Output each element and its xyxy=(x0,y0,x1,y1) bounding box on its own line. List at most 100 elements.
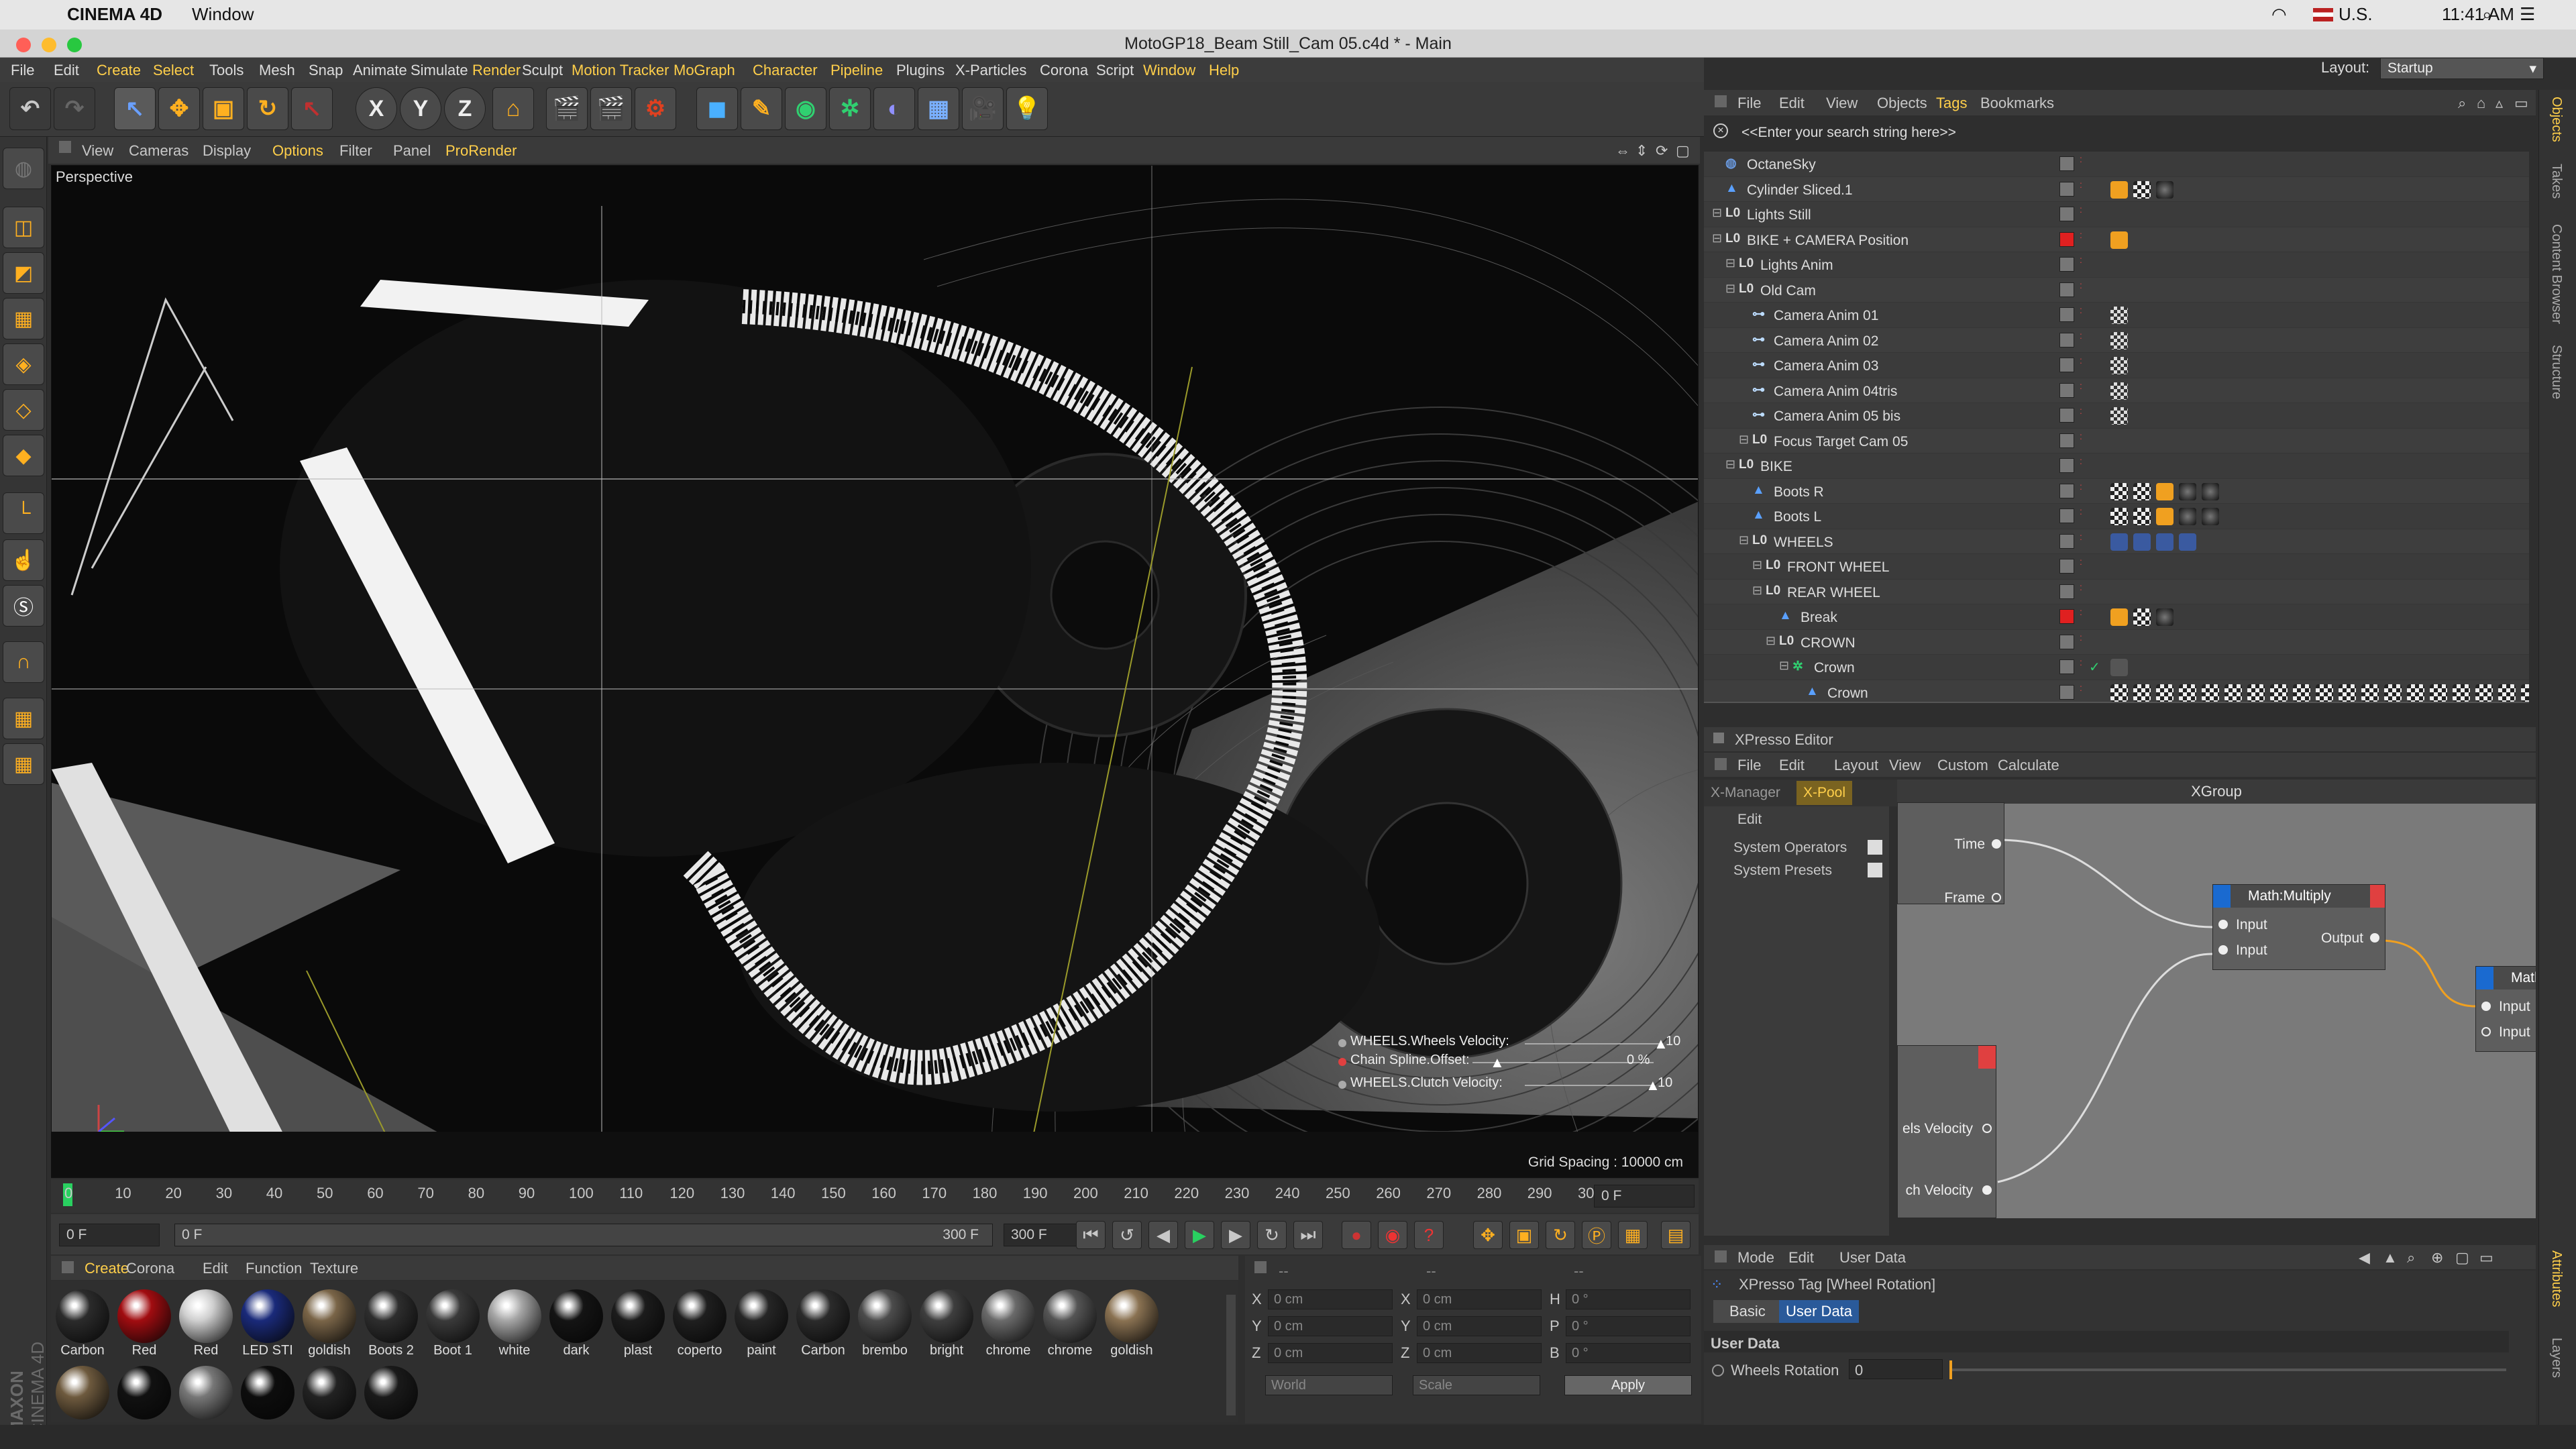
timeline-ruler[interactable]: 0 10 20 30 40 50 60 70 80 90 100 110 120 130 140 150 160… xyxy=(51,1179,1699,1213)
viewport-rotate-icon[interactable]: ⟳ xyxy=(1656,142,1668,160)
timeline-right-field[interactable]: 0 F xyxy=(1594,1185,1695,1208)
coord-size-field[interactable]: 0 cm xyxy=(1417,1289,1542,1309)
object-row[interactable]: ⊟ L0 WHEELS: xyxy=(1704,529,2529,554)
hud-chain-offset[interactable]: Chain Spline.Offset: ▲ 0 % xyxy=(1338,1053,1698,1071)
layer-color-icon[interactable] xyxy=(2059,207,2074,221)
port-dot-icon[interactable] xyxy=(1992,839,2001,849)
visibility-dots-icon[interactable]: : xyxy=(2080,180,2082,189)
menu-corona[interactable]: Corona xyxy=(1040,62,1088,79)
axis-mode-icon[interactable]: └ xyxy=(3,492,44,534)
coordinate-system-icon[interactable]: ⌂ xyxy=(492,87,534,130)
panel-grip-icon[interactable] xyxy=(59,141,71,153)
tag-icon[interactable] xyxy=(2133,180,2151,199)
material-swatch[interactable]: LED STI xyxy=(239,1289,297,1362)
tab-x-pool[interactable]: X-Pool xyxy=(1796,781,1853,805)
layer-color-icon[interactable] xyxy=(2059,609,2074,624)
tag-icon[interactable] xyxy=(2110,659,2128,676)
object-search-bar[interactable]: × <<Enter your search string here>> xyxy=(1704,119,2536,146)
object-row[interactable]: ⊟ ✲ Crown: ✓ xyxy=(1704,655,2529,680)
object-name[interactable]: BIKE xyxy=(1760,459,1792,475)
tag-icon[interactable] xyxy=(2133,508,2151,525)
material-swatch[interactable]: coperto xyxy=(671,1289,729,1362)
visibility-dots-icon[interactable]: : xyxy=(2080,582,2082,592)
panel-grip-icon[interactable] xyxy=(1713,733,1724,743)
tag-icon[interactable] xyxy=(2224,684,2242,702)
system-presets-item[interactable]: System Presets xyxy=(1733,863,1832,879)
tag-icon[interactable] xyxy=(2521,684,2529,702)
object-name[interactable]: Boots R xyxy=(1774,484,1824,500)
visibility-dots-icon[interactable]: : xyxy=(2080,657,2082,667)
object-up-icon[interactable]: ▵ xyxy=(2496,95,2503,112)
object-name[interactable]: Camera Anim 01 xyxy=(1774,308,1878,324)
object-mode-icon[interactable]: ◫ xyxy=(3,207,44,248)
material-swatch[interactable] xyxy=(177,1366,235,1419)
visibility-dots-icon[interactable]: : xyxy=(2080,305,2082,315)
math-node-2[interactable]: Math:M Input Input xyxy=(2475,966,2536,1052)
math-multiply-node[interactable]: Math:Multiply Input Input Output xyxy=(2212,884,2385,970)
key-rotation-icon[interactable]: ↻ xyxy=(1546,1221,1575,1249)
material-swatch[interactable]: bright xyxy=(918,1289,975,1362)
object-row[interactable]: ▲ Break: xyxy=(1704,604,2529,630)
snap-icon[interactable]: Ⓢ xyxy=(3,585,44,627)
tag-icon[interactable] xyxy=(2110,307,2128,324)
panel-grip-icon[interactable] xyxy=(62,1261,74,1273)
object-name[interactable]: Camera Anim 03 xyxy=(1774,358,1878,374)
time-node[interactable]: Time Frame xyxy=(1897,802,2004,906)
tag-icon[interactable] xyxy=(2110,331,2128,350)
play-icon[interactable]: ▶ xyxy=(1185,1221,1214,1249)
model-mode-icon[interactable]: ◍ xyxy=(3,148,44,189)
visibility-dots-icon[interactable]: : xyxy=(2080,331,2082,340)
tag-icon[interactable] xyxy=(2110,608,2128,626)
port-dot-icon[interactable] xyxy=(1982,1185,1992,1195)
tag-icon[interactable] xyxy=(2110,231,2128,249)
previous-frame-icon[interactable]: ◀ xyxy=(1148,1221,1178,1249)
wheels-rotation-field[interactable]: 0 xyxy=(1849,1359,1943,1379)
tag-icon[interactable] xyxy=(2339,684,2356,702)
viewport-menu-view[interactable]: View xyxy=(82,142,113,160)
panel-grip-icon[interactable] xyxy=(1715,758,1727,770)
visibility-dots-icon[interactable]: : xyxy=(2080,230,2082,239)
tag-icon[interactable] xyxy=(2202,684,2219,702)
attr-window-icon[interactable]: ▭ xyxy=(2479,1249,2493,1267)
apply-button[interactable]: Apply xyxy=(1564,1375,1692,1395)
object-name[interactable]: Lights Still xyxy=(1747,207,1811,223)
recent-tool-icon[interactable]: ↖ xyxy=(291,87,333,130)
menu-x-particles[interactable]: X-Particles xyxy=(955,62,1026,79)
tag-icon[interactable] xyxy=(2156,508,2174,525)
attr-search-icon[interactable]: ⌕ xyxy=(2407,1249,2415,1267)
port-dot-icon[interactable] xyxy=(2481,1027,2491,1036)
object-row[interactable]: ▲ Crown: xyxy=(1704,680,2529,703)
menu-select[interactable]: Select xyxy=(153,62,194,79)
viewport-menu-cameras[interactable]: Cameras xyxy=(129,142,189,160)
attr-new-icon[interactable]: ▢ xyxy=(2455,1249,2469,1267)
expand-toggle-icon[interactable]: ⊟ xyxy=(1712,206,1722,220)
coord-position-field[interactable]: 0 cm xyxy=(1268,1316,1393,1336)
tab-user-data[interactable]: User Data xyxy=(1779,1300,1860,1323)
close-window-button[interactable] xyxy=(16,38,31,52)
layer-color-icon[interactable] xyxy=(2059,282,2074,297)
viewport-move-icon[interactable]: ⇔ xyxy=(1615,142,1630,160)
material-swatch[interactable]: Red xyxy=(115,1289,173,1362)
visibility-dots-icon[interactable]: : xyxy=(2080,456,2082,466)
hud-wheels-velocity[interactable]: WHEELS.Wheels Velocity: ▲ 10 xyxy=(1338,1034,1698,1053)
tab-x-manager[interactable]: X-Manager xyxy=(1711,785,1780,801)
coord-rotation-field[interactable]: 0 ° xyxy=(1566,1316,1690,1336)
port-dot-icon[interactable] xyxy=(2481,1002,2491,1011)
layer-color-icon[interactable] xyxy=(2059,358,2074,372)
hud-value[interactable]: 10 xyxy=(1666,1034,1680,1049)
visibility-dots-icon[interactable]: : xyxy=(2080,280,2082,290)
object-menu-view[interactable]: View xyxy=(1826,95,1858,112)
panel-grip-icon[interactable] xyxy=(1254,1261,1267,1273)
visibility-dots-icon[interactable]: : xyxy=(2080,532,2082,541)
port-dot-icon[interactable] xyxy=(2218,920,2228,929)
menu-simulate[interactable]: Simulate xyxy=(411,62,468,79)
tag-icon[interactable] xyxy=(2156,180,2174,199)
tag-icon[interactable] xyxy=(2430,684,2447,702)
tag-icon[interactable] xyxy=(2133,684,2151,702)
material-swatch[interactable] xyxy=(54,1366,111,1419)
slider-handle[interactable] xyxy=(1949,1360,1952,1379)
object-row[interactable]: ◍ OctaneSky: xyxy=(1704,152,2529,177)
menu-help[interactable]: Help xyxy=(1209,62,1239,79)
subdivision-icon[interactable]: ◉ xyxy=(785,87,826,130)
layer-color-icon[interactable] xyxy=(2059,307,2074,322)
